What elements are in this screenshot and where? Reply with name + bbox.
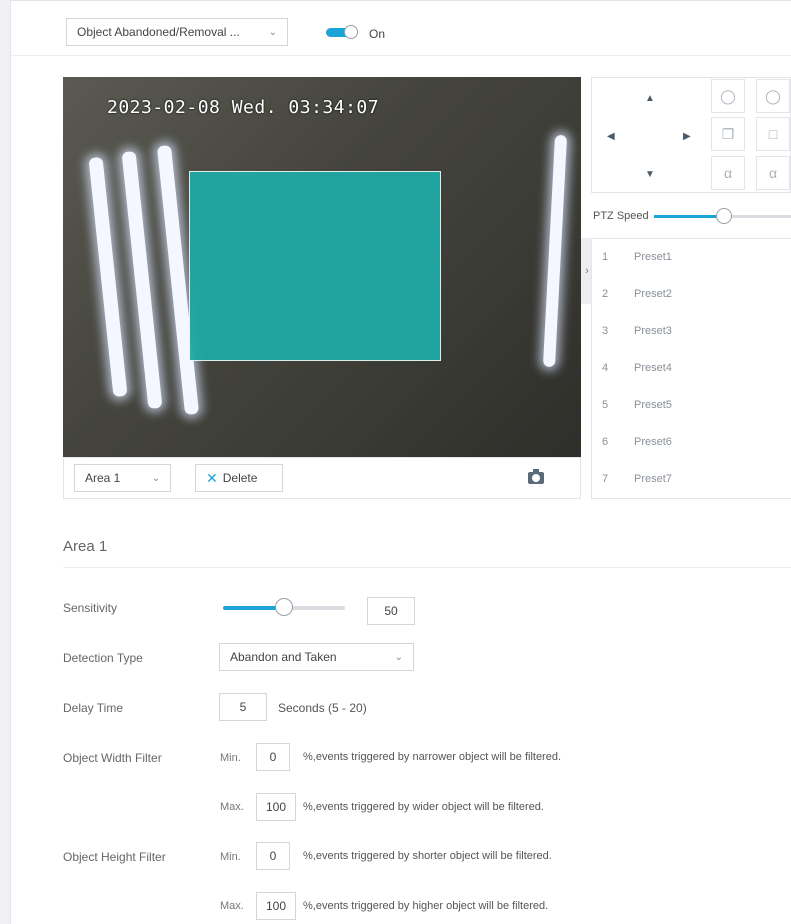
chevron-down-icon: ⌄: [394, 651, 403, 663]
chevron-down-icon: ⌄: [151, 472, 160, 484]
enable-toggle[interactable]: [326, 25, 362, 40]
preset-name: Preset6: [634, 436, 672, 448]
width-min-label: Min.: [220, 752, 241, 764]
height-min-input[interactable]: [256, 842, 290, 870]
light-fixture: [542, 134, 568, 368]
chevron-down-icon: ⌄: [268, 26, 277, 38]
sensitivity-handle[interactable]: [275, 598, 293, 616]
arrow-up-icon[interactable]: ▲: [645, 93, 655, 104]
preset-row[interactable]: 4 Preset4: [592, 350, 791, 386]
width-min-input[interactable]: [256, 743, 290, 771]
preset-number: 5: [601, 399, 609, 411]
detection-area-box[interactable]: [189, 171, 441, 361]
settings-panel: Object Abandoned/Removal ... ⌄ On 2023-0…: [10, 0, 791, 924]
detection-type-dropdown[interactable]: Abandon and Taken ⌄: [219, 643, 414, 671]
height-max-input[interactable]: [256, 892, 296, 920]
width-max-hint: %,events triggered by wider object will …: [303, 801, 544, 813]
iris-open-icon[interactable]: ◯: [756, 79, 790, 113]
area-select[interactable]: Area 1 ⌄: [74, 464, 171, 492]
toggle-label: On: [369, 27, 386, 41]
preset-row[interactable]: 5 Preset5: [592, 387, 791, 423]
delete-label: Delete: [222, 471, 258, 485]
detection-type-value: Abandon and Taken: [230, 650, 337, 664]
preset-name: Preset3: [634, 325, 672, 337]
light-fixture: [88, 156, 128, 398]
sensitivity-label: Sensitivity: [63, 601, 118, 615]
detection-type-label: Detection Type: [63, 651, 143, 665]
detection-select-label: Object Abandoned/Removal ...: [77, 25, 240, 39]
video-preview[interactable]: 2023-02-08 Wed. 03:34:07: [63, 77, 581, 457]
height-filter-label: Object Height Filter: [63, 850, 166, 864]
preset-row[interactable]: 1 Preset1: [592, 239, 791, 275]
arrow-down-icon[interactable]: ▼: [645, 169, 655, 180]
width-min-hint: %,events triggered by narrower object wi…: [303, 751, 562, 763]
delay-time-input[interactable]: [219, 693, 267, 721]
preset-number: 1: [601, 251, 609, 263]
width-max-label: Max.: [220, 801, 244, 813]
focus-near-icon[interactable]: ❐: [711, 117, 745, 151]
area-select-label: Area 1: [85, 471, 121, 485]
width-max-input[interactable]: [256, 793, 296, 821]
preset-name: Preset1: [634, 251, 672, 263]
preset-number: 6: [601, 436, 609, 448]
sensitivity-slider[interactable]: [223, 598, 345, 616]
top-bar: Object Abandoned/Removal ... ⌄ On: [11, 1, 791, 56]
preset-row[interactable]: 2 Preset2: [592, 276, 791, 312]
preset-name: Preset7: [634, 473, 672, 485]
area-section-title: Area 1: [63, 538, 108, 555]
delay-time-hint: Seconds (5 - 20): [278, 701, 367, 715]
preset-row[interactable]: 7 Preset7: [592, 461, 791, 497]
preset-name: Preset2: [634, 288, 672, 300]
height-min-hint: %,events triggered by shorter object wil…: [303, 850, 552, 862]
preset-number: 3: [601, 325, 609, 337]
divider: [63, 567, 791, 568]
detection-type-select[interactable]: Object Abandoned/Removal ... ⌄: [66, 18, 288, 46]
height-max-label: Max.: [220, 900, 244, 912]
arrow-right-icon[interactable]: ▶: [683, 131, 691, 142]
preset-number: 4: [601, 362, 609, 374]
preset-list: 1 Preset1 2 Preset2 3 Preset3 4 Preset4 5 Preset5…: [591, 238, 791, 499]
height-min-label: Min.: [220, 851, 241, 863]
light-fixture: [121, 150, 163, 410]
zoom-out-icon[interactable]: α: [711, 156, 745, 190]
delay-time-label: Delay Time: [63, 701, 124, 715]
zoom-in-icon[interactable]: α: [756, 156, 790, 190]
preset-number: 7: [601, 473, 609, 485]
delete-button[interactable]: ✕ Delete: [195, 464, 283, 492]
preset-name: Preset5: [634, 399, 672, 411]
close-icon: ✕: [206, 469, 218, 486]
iris-close-icon[interactable]: ◯: [711, 79, 745, 113]
arrow-left-icon[interactable]: ◀: [607, 131, 615, 142]
ptz-speed-handle[interactable]: [716, 208, 732, 224]
ptz-speed-label: PTZ Speed: [593, 210, 649, 222]
preset-row[interactable]: 3 Preset3: [592, 313, 791, 349]
width-filter-label: Object Width Filter: [63, 751, 162, 765]
sensitivity-input[interactable]: [367, 597, 415, 625]
height-max-hint: %,events triggered by higher object will…: [303, 900, 549, 912]
focus-far-icon[interactable]: □: [756, 117, 790, 151]
preset-number: 2: [601, 288, 609, 300]
preset-row[interactable]: 6 Preset6: [592, 424, 791, 460]
camera-snapshot-icon[interactable]: [528, 469, 544, 484]
osd-timestamp: 2023-02-08 Wed. 03:34:07: [107, 97, 380, 118]
ptz-speed-slider[interactable]: [654, 208, 791, 224]
preset-name: Preset4: [634, 362, 672, 374]
